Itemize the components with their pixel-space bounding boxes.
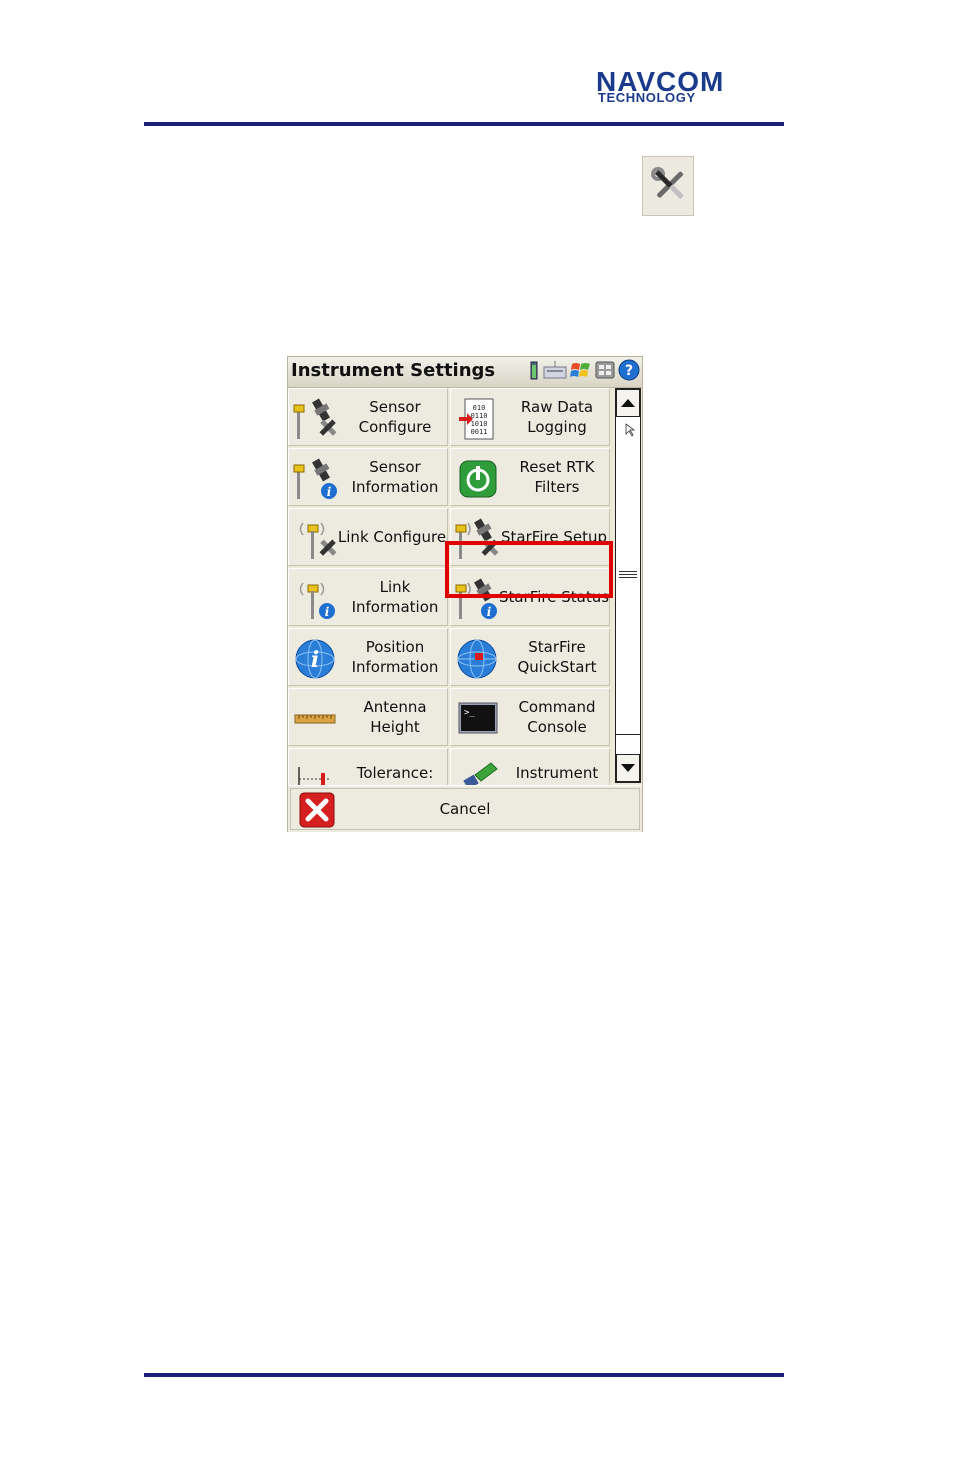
svg-text:1010: 1010 xyxy=(471,420,488,428)
tools-icon xyxy=(642,156,694,216)
cancel-bar: Cancel xyxy=(288,785,642,832)
sensor-configure-icon xyxy=(293,397,341,441)
svg-text:i: i xyxy=(325,605,330,619)
logo-subtitle: TECHNOLOGY xyxy=(598,90,696,105)
svg-text:>_: >_ xyxy=(464,708,475,718)
raw-data-icon: 010 0110 1010 0011 xyxy=(455,397,503,441)
menu-item-sensor-information[interactable]: i Sensor Information xyxy=(288,448,448,506)
cancel-button[interactable]: Cancel xyxy=(290,788,640,830)
navcom-logo: NAVCOM TECHNOLOGY xyxy=(596,68,782,105)
menu-item-starfire-setup[interactable]: StarFire Setup xyxy=(450,508,610,566)
menu-item-raw-data-logging[interactable]: 010 0110 1010 0011 Raw Data Logging xyxy=(450,388,610,446)
sensor-info-icon: i xyxy=(293,457,341,501)
svg-text:i: i xyxy=(327,485,332,499)
menu-item-tolerance[interactable]: Tolerance: xyxy=(288,748,448,785)
terminal-icon: >_ xyxy=(455,697,503,741)
help-icon[interactable]: ? xyxy=(618,359,640,385)
menu-item-label: StarFire Status xyxy=(498,588,610,606)
menu-item-instrument[interactable]: Instrument xyxy=(450,748,610,785)
menu-item-reset-rtk-filters[interactable]: Reset RTK Filters xyxy=(450,448,610,506)
menu-item-label: Instrument xyxy=(515,764,599,782)
menu-item-starfire-quickstart[interactable]: StarFire QuickStart xyxy=(450,628,610,686)
globe-icon xyxy=(455,637,503,681)
menu-item-sensor-configure[interactable]: Sensor Configure xyxy=(288,388,448,446)
svg-text:i: i xyxy=(487,605,492,619)
network-icon[interactable] xyxy=(595,360,615,384)
vertical-scrollbar[interactable] xyxy=(615,388,641,783)
ruler-icon xyxy=(293,697,341,741)
scroll-down-button[interactable] xyxy=(616,754,640,782)
scroll-up-button[interactable] xyxy=(616,389,640,417)
system-tray: ? xyxy=(528,359,640,385)
menu-item-antenna-height[interactable]: Antenna Height xyxy=(288,688,448,746)
power-icon xyxy=(455,457,503,501)
info-globe-icon: i xyxy=(293,637,341,681)
starfire-setup-icon xyxy=(455,517,503,561)
menu-item-command-console[interactable]: >_ Command Console xyxy=(450,688,610,746)
menu-item-label: Sensor Configure xyxy=(358,398,432,436)
menu-item-label: Sensor Information xyxy=(351,458,439,496)
instrument-icon xyxy=(455,757,503,785)
link-info-icon: i xyxy=(293,577,341,621)
battery-icon[interactable] xyxy=(528,360,540,384)
menu-item-label: Link Information xyxy=(351,578,439,616)
tolerance-icon xyxy=(293,757,341,785)
svg-text:0110: 0110 xyxy=(471,412,488,420)
menu-item-label: Raw Data Logging xyxy=(520,398,594,436)
menu-item-link-configure[interactable]: Link Configure xyxy=(288,508,448,566)
scroll-thumb[interactable] xyxy=(616,417,640,735)
title-bar: Instrument Settings ? xyxy=(288,357,642,388)
settings-grid: Sensor Configure 010 0110 1010 0011 Raw Dat… xyxy=(288,388,613,785)
menu-item-starfire-status[interactable]: i StarFire Status xyxy=(450,568,610,626)
svg-text:0011: 0011 xyxy=(471,428,488,436)
menu-item-label: Antenna Height xyxy=(363,698,427,736)
menu-item-label: StarFire QuickStart xyxy=(517,638,597,676)
window-title: Instrument Settings xyxy=(291,360,496,381)
menu-item-position-information[interactable]: i Position Information xyxy=(288,628,448,686)
keyboard-icon[interactable] xyxy=(543,360,567,384)
menu-item-label: Link Configure xyxy=(337,528,447,546)
link-configure-icon xyxy=(293,517,341,561)
svg-text:010: 010 xyxy=(473,404,486,412)
cursor-icon xyxy=(625,423,636,437)
menu-item-label: Command Console xyxy=(518,698,596,736)
menu-item-link-information[interactable]: i Link Information xyxy=(288,568,448,626)
menu-item-label: Position Information xyxy=(351,638,439,676)
starfire-status-icon: i xyxy=(455,577,503,621)
menu-item-label: Tolerance: xyxy=(356,764,434,782)
svg-text:i: i xyxy=(311,647,319,673)
svg-text:?: ? xyxy=(625,363,633,379)
instrument-settings-window: Instrument Settings ? Sensor Configure 0… xyxy=(287,356,643,832)
cancel-label: Cancel xyxy=(439,800,491,818)
header-rule xyxy=(144,122,784,126)
footer-rule xyxy=(144,1373,784,1377)
menu-item-label: Reset RTK Filters xyxy=(519,458,595,496)
windows-start-icon[interactable] xyxy=(570,360,592,384)
menu-item-label: StarFire Setup xyxy=(501,528,607,546)
